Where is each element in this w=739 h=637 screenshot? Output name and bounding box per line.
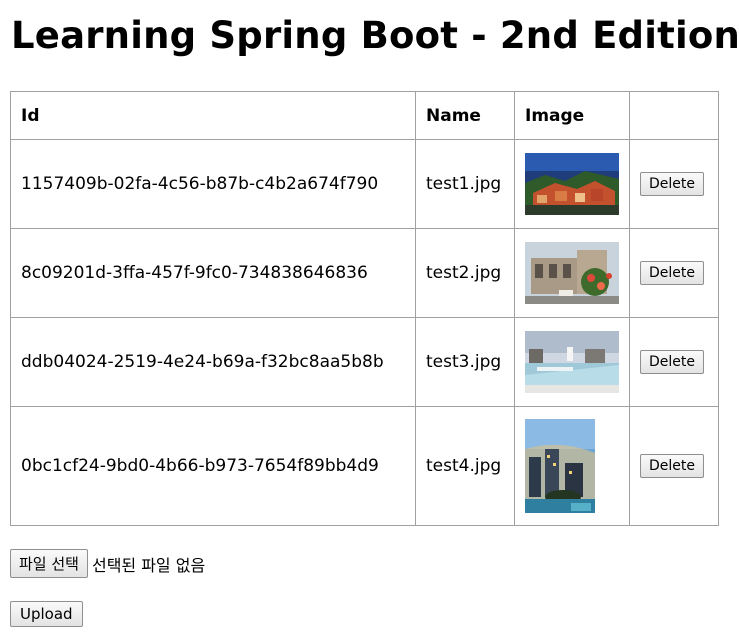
table-row: 8c09201d-3ffa-457f-9fc0-734838646836 tes… [10, 228, 719, 318]
row-id: 1157409b-02fa-4c56-b87b-c4b2a674f790 [10, 139, 416, 229]
row-action-cell: Delete [629, 228, 719, 318]
row-image-cell [514, 406, 630, 526]
row-name: test1.jpg [415, 139, 515, 229]
delete-button[interactable]: Delete [640, 172, 704, 196]
choose-file-button[interactable]: 파일 선택 [10, 549, 88, 578]
row-id: 0bc1cf24-9bd0-4b66-b973-7654f89bb4d9 [10, 406, 416, 526]
table-header-row: Id Name Image [10, 91, 719, 140]
header-action [629, 91, 719, 140]
thumbnail-image [525, 331, 619, 393]
row-image-cell [514, 228, 630, 318]
row-name: test3.jpg [415, 317, 515, 407]
thumbnail-image [525, 153, 619, 215]
thumbnail-image [525, 419, 595, 513]
table-row: 1157409b-02fa-4c56-b87b-c4b2a674f790 tes… [10, 139, 719, 229]
file-input: 파일 선택 선택된 파일 없음 [10, 549, 205, 578]
upload-button[interactable]: Upload [10, 601, 83, 627]
header-name: Name [415, 91, 515, 140]
images-table: Id Name Image 1157409b-02fa-4c56-b87b-c4… [10, 91, 719, 526]
table-row: 0bc1cf24-9bd0-4b66-b973-7654f89bb4d9 tes… [10, 406, 719, 526]
header-image: Image [514, 91, 630, 140]
delete-button[interactable]: Delete [640, 261, 704, 285]
no-file-selected-text: 선택된 파일 없음 [91, 555, 206, 575]
row-image-cell [514, 139, 630, 229]
delete-button[interactable]: Delete [640, 350, 704, 374]
row-action-cell: Delete [629, 317, 719, 407]
table-row: ddb04024-2519-4e24-b69a-f32bc8aa5b8b tes… [10, 317, 719, 407]
delete-button[interactable]: Delete [640, 454, 704, 478]
upload-area: Upload [10, 601, 83, 627]
row-name: test4.jpg [415, 406, 515, 526]
row-action-cell: Delete [629, 139, 719, 229]
row-action-cell: Delete [629, 406, 719, 526]
row-id: 8c09201d-3ffa-457f-9fc0-734838646836 [10, 228, 416, 318]
page-title: Learning Spring Boot - 2nd Edition [11, 14, 739, 57]
row-id: ddb04024-2519-4e24-b69a-f32bc8aa5b8b [10, 317, 416, 407]
row-image-cell [514, 317, 630, 407]
thumbnail-image [525, 242, 619, 304]
row-name: test2.jpg [415, 228, 515, 318]
header-id: Id [10, 91, 416, 140]
